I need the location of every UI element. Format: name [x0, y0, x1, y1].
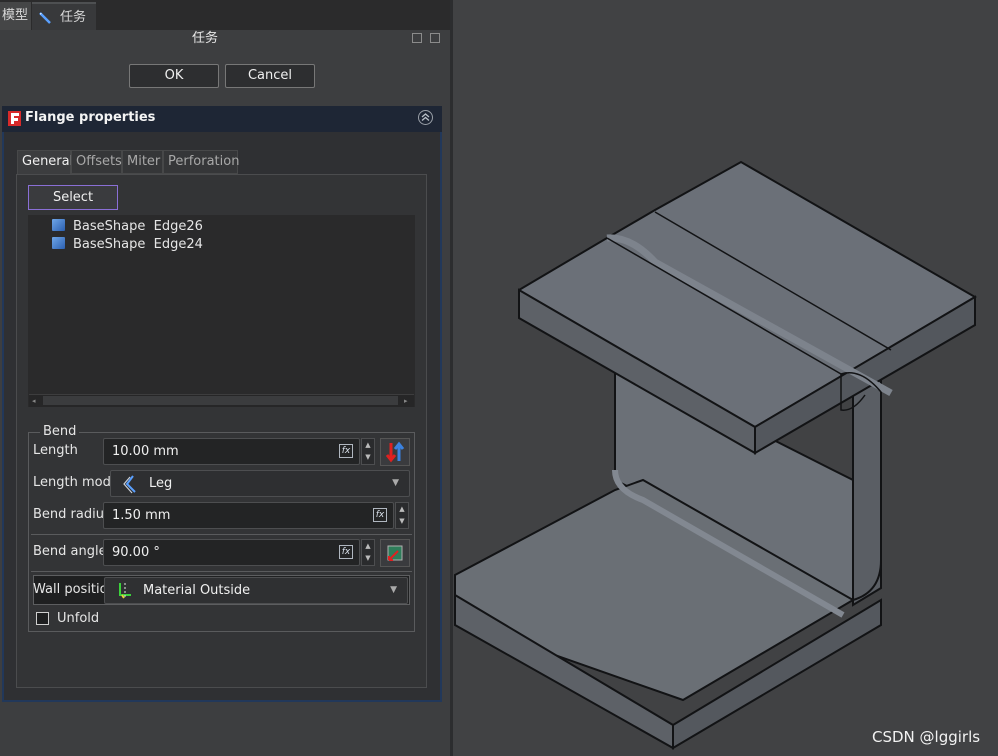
- wall-position-select[interactable]: Material Outside ▼: [104, 577, 408, 604]
- formula-icon[interactable]: fx: [339, 545, 353, 559]
- cube-icon: [52, 237, 65, 249]
- scrollbar-thumb[interactable]: [43, 396, 398, 405]
- length-input[interactable]: 10.00 mm: [103, 438, 360, 465]
- bend-radius-input[interactable]: 1.50 mm: [103, 502, 394, 529]
- length-label: Length: [33, 443, 78, 458]
- scroll-right-icon[interactable]: ▸: [404, 397, 408, 405]
- bend-group-label: Bend: [40, 424, 80, 439]
- list-item[interactable]: BaseShape Edge24: [52, 236, 203, 254]
- formula-icon[interactable]: fx: [373, 508, 387, 522]
- divider: [31, 571, 412, 572]
- angle-direction-button[interactable]: [380, 539, 410, 567]
- flange-properties-title: Flange properties: [25, 110, 156, 125]
- ok-button[interactable]: OK: [129, 64, 219, 88]
- flip-arrows-icon: [385, 441, 405, 463]
- unfold-label: Unfold: [57, 611, 100, 626]
- tab-perforation[interactable]: Perforation: [163, 150, 239, 174]
- cube-icon: [52, 219, 65, 231]
- bend-angle-spinner[interactable]: ▲ ▼: [361, 539, 375, 566]
- chevron-down-icon: ▼: [392, 478, 399, 488]
- tab-model[interactable]: 模型: [0, 2, 31, 30]
- watermark: CSDN @lggirls: [872, 728, 981, 746]
- close-panel-button[interactable]: [430, 33, 440, 43]
- unfold-checkbox[interactable]: [36, 612, 49, 625]
- list-item[interactable]: BaseShape Edge26: [52, 218, 203, 236]
- bend-radius-label: Bend radius: [33, 507, 111, 522]
- length-mode-select[interactable]: Leg ▼: [110, 470, 410, 497]
- formula-icon[interactable]: fx: [339, 444, 353, 458]
- scroll-left-icon[interactable]: ◂: [32, 397, 36, 405]
- tab-general[interactable]: General: [17, 150, 73, 175]
- collapse-chevron-icon[interactable]: [418, 110, 433, 125]
- divider: [31, 534, 412, 535]
- reverse-direction-button[interactable]: [380, 438, 410, 466]
- chevron-down-icon: ▼: [390, 585, 397, 595]
- tab-tasks[interactable]: 任务: [32, 2, 96, 30]
- length-mode-label: Length mode: [33, 475, 119, 490]
- material-outside-icon: [119, 583, 131, 599]
- freecad-logo-icon: [8, 111, 21, 126]
- tab-miter[interactable]: Miter: [122, 150, 163, 174]
- 3d-viewport[interactable]: [450, 0, 998, 756]
- tab-offsets[interactable]: Offsets: [71, 150, 122, 174]
- sheet-metal-model: [454, 160, 977, 750]
- tab-tasks-label: 任务: [60, 10, 87, 25]
- cancel-button[interactable]: Cancel: [225, 64, 315, 88]
- edge-list[interactable]: BaseShape Edge26 BaseShape Edge24: [28, 215, 415, 407]
- bend-angle-input[interactable]: 90.00 °: [103, 539, 360, 566]
- float-panel-button[interactable]: [412, 33, 422, 43]
- bend-radius-spinner[interactable]: ▲ ▼: [395, 502, 409, 529]
- bend-angle-label: Bend angle: [33, 544, 107, 559]
- angle-icon: [387, 545, 403, 561]
- leg-icon: [123, 475, 136, 494]
- panel-title: 任务: [191, 31, 218, 46]
- length-spinner[interactable]: ▲ ▼: [361, 438, 375, 465]
- select-button[interactable]: Select: [28, 185, 118, 210]
- pencil-icon: [39, 11, 51, 24]
- wall-position-label: Wall positio: [33, 582, 108, 597]
